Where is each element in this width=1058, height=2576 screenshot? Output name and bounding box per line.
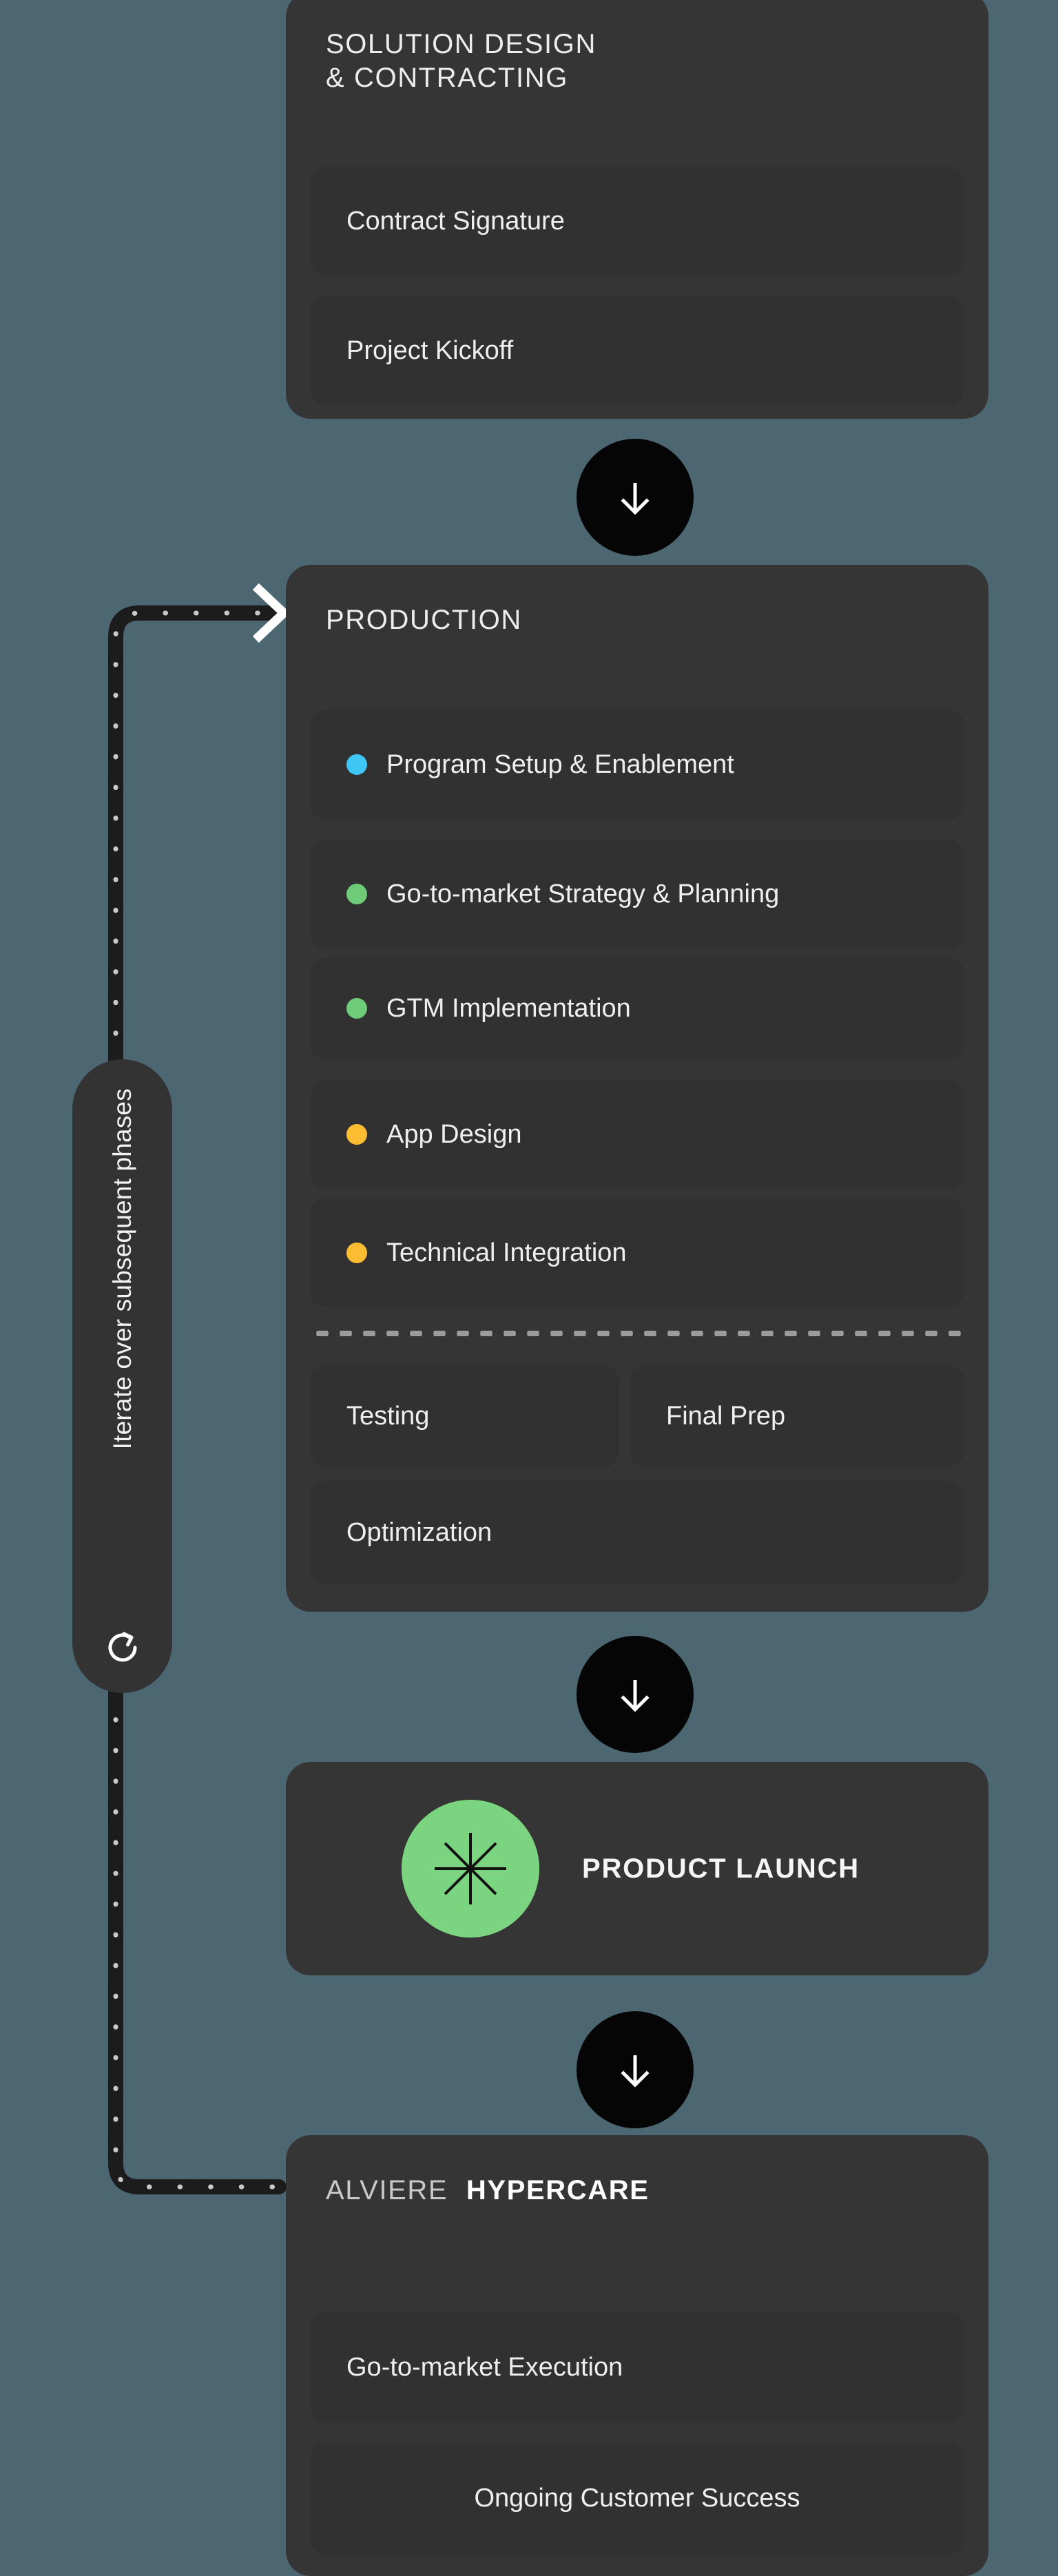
- task-row-testing[interactable]: Testing: [311, 1365, 619, 1467]
- phase-card-hypercare: ALVIERE HYPERCARE Go-to-market Execution…: [286, 2135, 988, 2576]
- phase-title-strong: HYPERCARE: [466, 2175, 650, 2205]
- task-row-final-prep[interactable]: Final Prep: [630, 1365, 964, 1467]
- status-dot-orange: [346, 1243, 367, 1263]
- section-divider-dotted: [311, 1331, 964, 1336]
- phase-title-production: PRODUCTION: [326, 605, 522, 635]
- iterate-loop-pill: Iterate over subsequent phases: [72, 1059, 172, 1693]
- workstream-label: Program Setup & Enablement: [386, 749, 734, 779]
- phase-card-product-launch: PRODUCT LAUNCH: [286, 1762, 988, 1975]
- workstream-label: Go-to-market Strategy & Planning: [386, 879, 780, 908]
- phase-card-solution-design: SOLUTION DESIGN & CONTRACTING Contract S…: [286, 0, 988, 419]
- status-dot-blue: [346, 754, 367, 775]
- status-dot-orange: [346, 1124, 367, 1145]
- arrow-down-icon: [621, 1680, 650, 1712]
- task-label: Final Prep: [666, 1401, 786, 1431]
- task-row-optimization[interactable]: Optimization: [311, 1481, 964, 1584]
- flow-arrow-badge-1: [577, 439, 694, 556]
- task-row-ongoing-customer-success[interactable]: Ongoing Customer Success: [311, 2442, 964, 2554]
- status-dot-green: [346, 998, 367, 1019]
- task-row-contract-signature[interactable]: Contract Signature: [311, 167, 964, 276]
- phase-title-solution-design: SOLUTION DESIGN & CONTRACTING: [326, 28, 964, 95]
- iterate-loop-label: Iterate over subsequent phases: [108, 1088, 136, 1450]
- product-launch-badge: [402, 1800, 539, 1938]
- task-label: Testing: [346, 1401, 430, 1431]
- flow-arrow-badge-3: [577, 2011, 694, 2128]
- task-label: Optimization: [346, 1517, 492, 1547]
- workstream-label: GTM Implementation: [386, 993, 631, 1023]
- workstream-row[interactable]: GTM Implementation: [311, 957, 964, 1059]
- asterisk-starburst-icon: [435, 1833, 506, 1904]
- workstream-label: Technical Integration: [386, 1238, 627, 1267]
- phase-title-line-2: & CONTRACTING: [326, 62, 568, 93]
- status-dot-green: [346, 884, 367, 904]
- task-label: Contract Signature: [346, 206, 565, 236]
- workstream-row[interactable]: Program Setup & Enablement: [311, 709, 964, 820]
- phase-title-line-1: SOLUTION DESIGN: [326, 29, 597, 59]
- arrow-down-icon: [621, 483, 650, 515]
- phase-card-production: PRODUCTION Program Setup & Enablement Go…: [286, 565, 988, 1612]
- phase-title-hypercare: ALVIERE HYPERCARE: [326, 2174, 964, 2208]
- task-row-project-kickoff[interactable]: Project Kickoff: [311, 296, 964, 405]
- flow-arrow-badge-2: [577, 1636, 694, 1753]
- refresh-loop-icon: [108, 1632, 136, 1662]
- task-row-gtm-execution[interactable]: Go-to-market Execution: [311, 2312, 964, 2423]
- brand-name: ALVIERE: [326, 2175, 448, 2205]
- chevron-right-icon: [252, 583, 291, 643]
- task-label: Go-to-market Execution: [346, 2352, 623, 2382]
- arrow-down-icon: [621, 2055, 650, 2088]
- workstream-row[interactable]: App Design: [311, 1080, 964, 1189]
- workstream-label: App Design: [386, 1119, 522, 1149]
- workstream-row[interactable]: Technical Integration: [311, 1198, 964, 1307]
- product-launch-label: PRODUCT LAUNCH: [582, 1853, 860, 1884]
- task-label: Ongoing Customer Success: [474, 2483, 800, 2513]
- flow-diagram-canvas: Iterate over subsequent phases SOLUTION …: [0, 0, 1058, 2576]
- task-label: Project Kickoff: [346, 335, 514, 365]
- workstream-row[interactable]: Go-to-market Strategy & Planning: [311, 839, 964, 949]
